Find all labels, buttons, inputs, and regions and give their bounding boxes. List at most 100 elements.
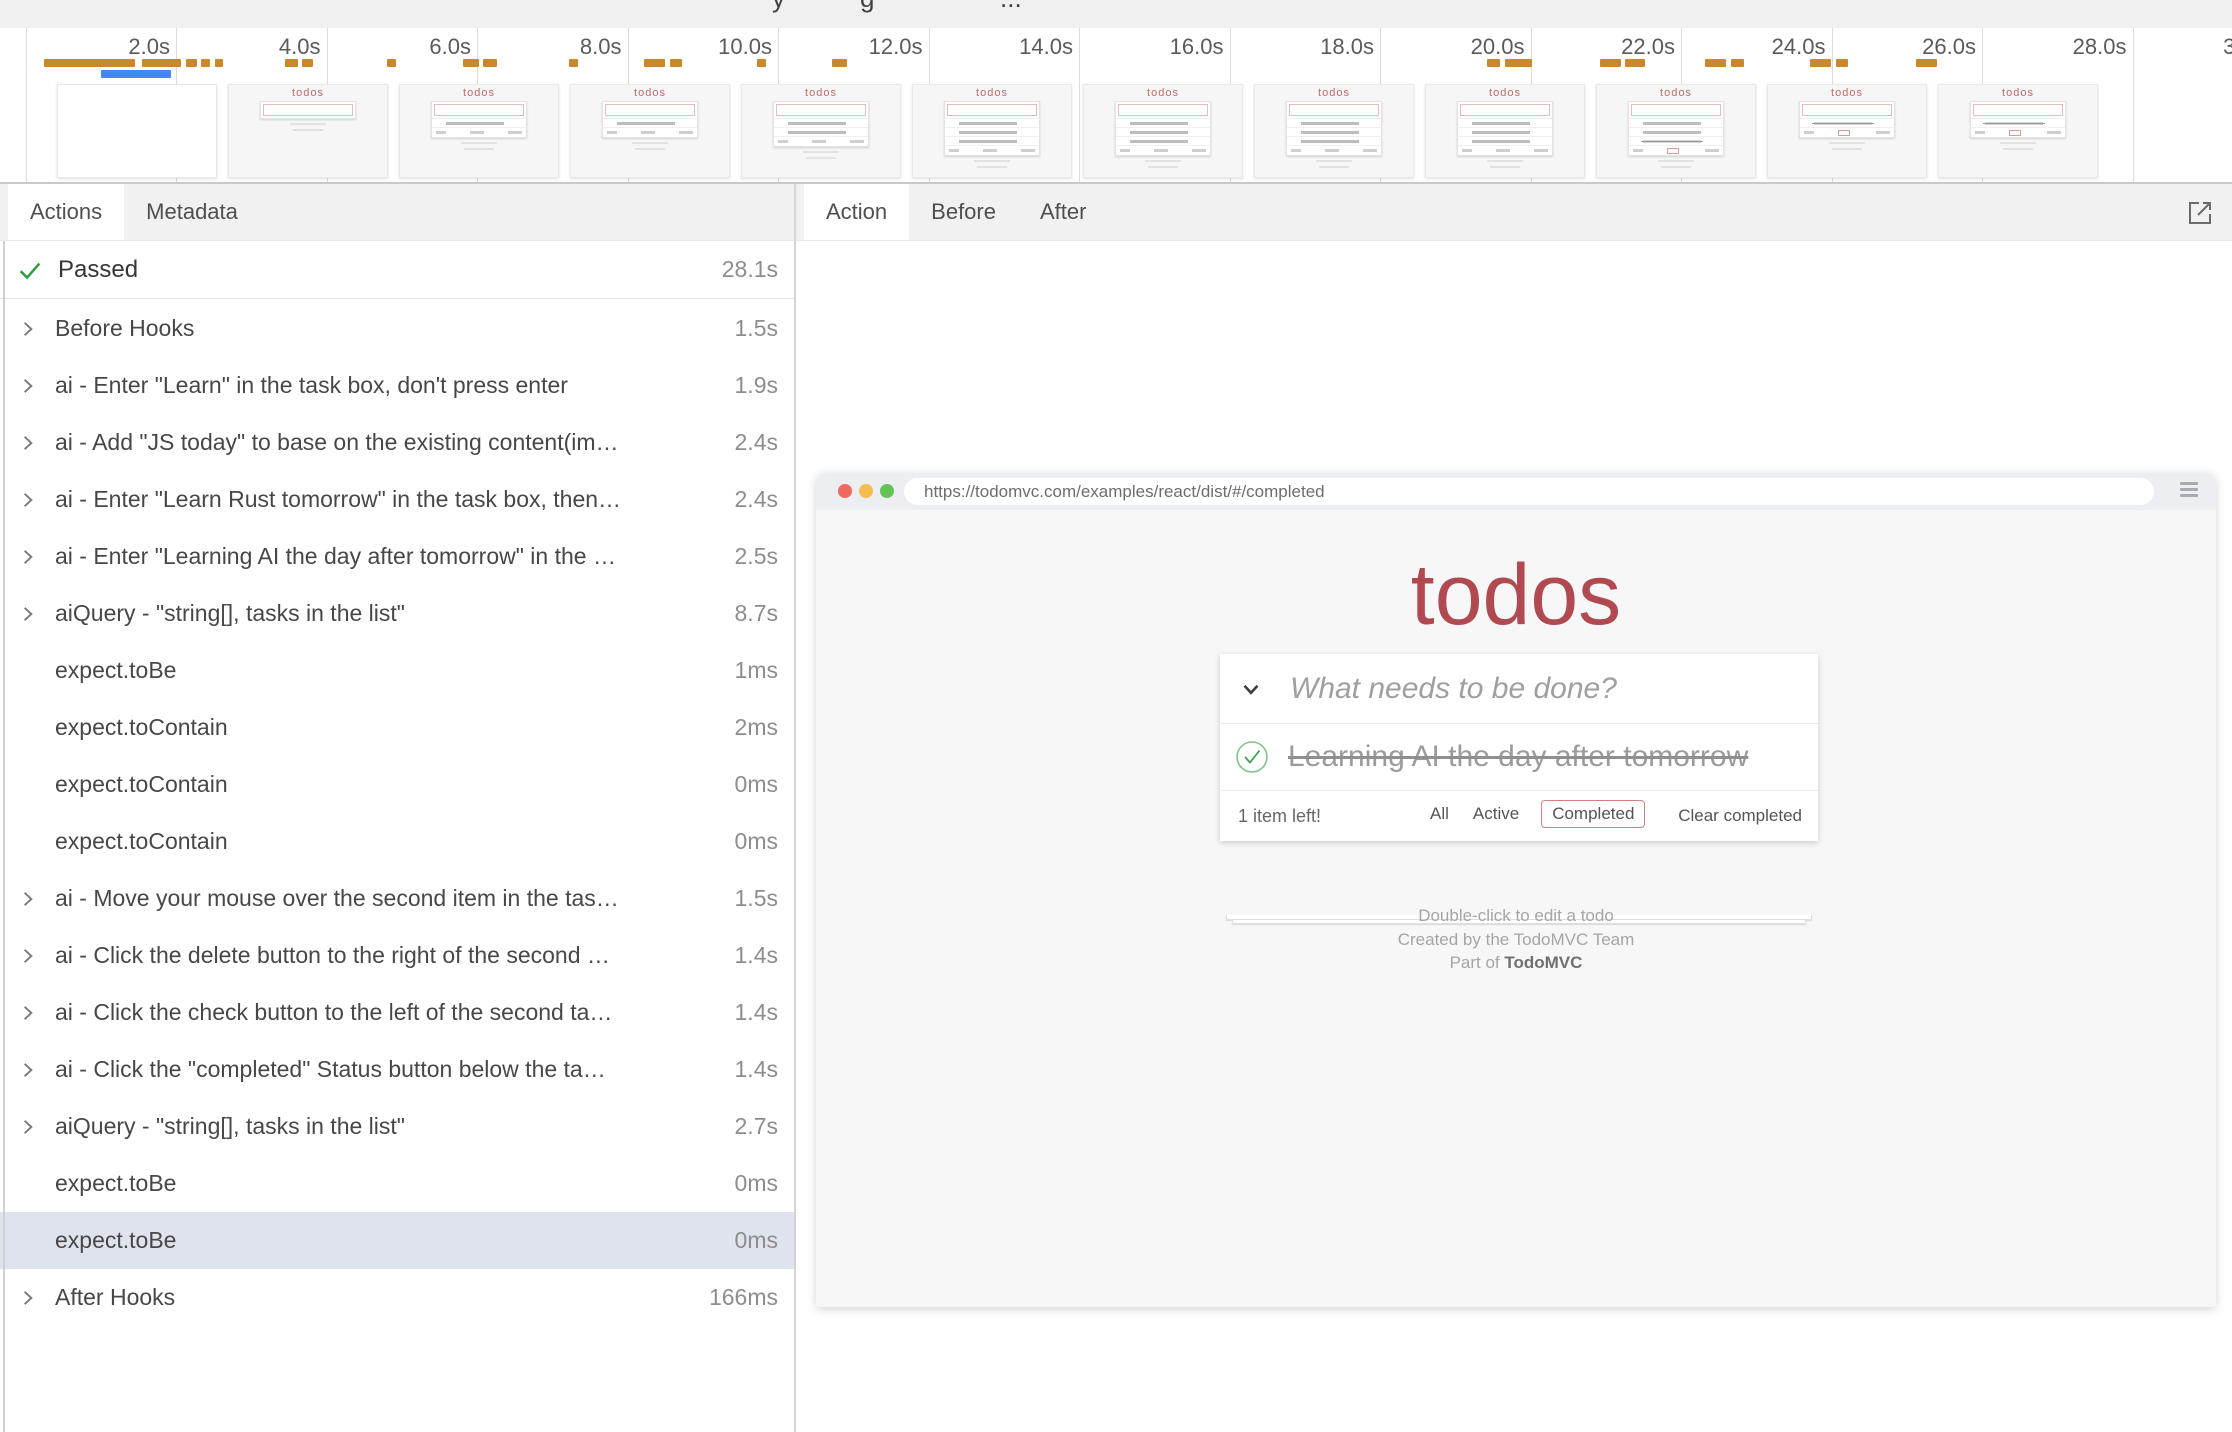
thumbnail-app-title: todos [1768,87,1926,99]
chevron-right-icon[interactable] [0,1004,55,1022]
action-duration: 1ms [735,657,778,684]
thumbnail-app-title: todos [1084,87,1242,99]
chevron-right-icon[interactable] [0,548,55,566]
action-label: ai - Click the delete button to the righ… [55,942,723,969]
tab-after[interactable]: After [1018,184,1108,240]
action-duration: 166ms [709,1284,778,1311]
action-row[interactable]: ai - Enter "Learn" in the task box, don'… [0,357,794,414]
screencast-activity-segment [1810,59,1831,67]
filter-completed-button[interactable]: Completed [1541,800,1645,828]
new-todo-row[interactable]: What needs to be done? [1220,654,1818,724]
action-row[interactable]: expect.toBe0ms [0,1212,794,1269]
test-status-row: Passed 28.1s [0,241,794,299]
filter-all-button[interactable]: All [1428,800,1451,828]
screencast-activity-segment [1625,59,1645,67]
thumbnail-card [1286,101,1382,156]
scrollbar[interactable] [3,241,5,1432]
thumbnail-card [1799,101,1895,138]
film-strip-thumbnail[interactable]: todos [399,84,559,178]
chevron-right-icon[interactable] [0,377,55,395]
timeline-tick-label: 4.0s [217,34,321,60]
action-duration: 1.9s [735,372,778,399]
todo-completed-check-icon[interactable] [1230,735,1274,779]
chevron-right-icon[interactable] [0,605,55,623]
action-label: ai - Enter "Learn" in the task box, don'… [55,372,723,399]
action-duration: 1.5s [735,885,778,912]
chevron-right-icon[interactable] [0,890,55,908]
thumbnail-card [773,101,869,147]
selected-action-bar [101,70,171,78]
film-strip-thumbnail[interactable]: todos [1425,84,1585,178]
screencast-activity-segment [1836,59,1848,67]
film-strip-thumbnail[interactable]: todos [228,84,388,178]
screencast-activity-segment [1600,59,1621,67]
chevron-right-icon[interactable] [0,1061,55,1079]
chevron-right-icon[interactable] [0,1289,55,1307]
action-row[interactable]: expect.toBe1ms [0,642,794,699]
tab-actions[interactable]: Actions [8,184,124,240]
timeline-tick-label: 18.0s [1270,34,1374,60]
tab-before[interactable]: Before [909,184,1018,240]
action-row[interactable]: ai - Click the delete button to the righ… [0,927,794,984]
tab-metadata[interactable]: Metadata [124,184,260,240]
url-bar[interactable]: https://todomvc.com/examples/react/dist/… [904,478,2154,505]
timeline[interactable]: 2.0s4.0s6.0s8.0s10.0s12.0s14.0s16.0s18.0… [0,28,2232,184]
action-label: ai - Enter "Learn Rust tomorrow" in the … [55,486,723,513]
action-duration: 1.4s [735,942,778,969]
action-row[interactable]: ai - Move your mouse over the second ite… [0,870,794,927]
action-row[interactable]: expect.toBe0ms [0,1155,794,1212]
todomvc-brand-link[interactable]: TodoMVC [1504,953,1582,972]
filter-active-button[interactable]: Active [1471,800,1521,828]
film-strip-thumbnail[interactable]: todos [741,84,901,178]
thumbnail-app-title: todos [400,87,558,99]
part-of-text: Part of [1450,953,1505,972]
action-row[interactable]: ai - Click the "completed" Status button… [0,1041,794,1098]
todo-app-page: todos What needs to be done? Learnin [816,510,2216,1307]
toggle-all-chevron-icon[interactable] [1238,676,1264,702]
action-row[interactable]: ai - Enter "Learn Rust tomorrow" in the … [0,471,794,528]
action-row[interactable]: Before Hooks1.5s [0,300,794,357]
action-duration: 1.4s [735,999,778,1026]
chevron-right-icon[interactable] [0,491,55,509]
chevron-right-icon[interactable] [0,1118,55,1136]
status-duration: 28.1s [722,256,778,283]
clear-completed-button[interactable]: Clear completed [1678,806,1802,826]
detail-panel: Action Before After https://to [796,184,2232,1432]
action-label: After Hooks [55,1284,697,1311]
screencast-activity-segment [215,59,223,67]
chevron-right-icon[interactable] [0,434,55,452]
title-fragment: ... [1000,0,1022,14]
todo-card: What needs to be done? Learning AI the d… [1220,654,1818,841]
film-strip-thumbnail[interactable]: todos [1938,84,2098,178]
action-label: aiQuery - "string[], tasks in the list" [55,1113,723,1140]
action-row[interactable]: expect.toContain2ms [0,699,794,756]
thumbnail-app-title: todos [571,87,729,99]
action-label: Before Hooks [55,315,723,342]
film-strip-thumbnail[interactable]: todos [912,84,1072,178]
action-row[interactable]: aiQuery - "string[], tasks in the list"8… [0,585,794,642]
action-label: ai - Move your mouse over the second ite… [55,885,723,912]
todo-item[interactable]: Learning AI the day after tomorrow [1220,724,1818,791]
chevron-right-icon[interactable] [0,320,55,338]
film-strip-thumbnail[interactable]: todos [570,84,730,178]
chevron-right-icon[interactable] [0,947,55,965]
action-row[interactable]: expect.toContain0ms [0,756,794,813]
film-strip-thumbnail[interactable]: todos [1767,84,1927,178]
film-strip-thumbnail[interactable] [57,84,217,178]
open-external-icon[interactable] [2184,197,2216,229]
action-row[interactable]: ai - Enter "Learning AI the day after to… [0,528,794,585]
action-row[interactable]: After Hooks 166ms [0,1269,794,1326]
action-row[interactable]: aiQuery - "string[], tasks in the list"2… [0,1098,794,1155]
action-row[interactable]: expect.toContain0ms [0,813,794,870]
screencast-activity-segment [757,59,766,67]
film-strip-thumbnail[interactable]: todos [1596,84,1756,178]
menu-icon[interactable] [2180,482,2198,500]
thumbnail-app-title: todos [1255,87,1413,99]
action-row[interactable]: ai - Click the check button to the left … [0,984,794,1041]
action-row[interactable]: ai - Add "JS today" to base on the exist… [0,414,794,471]
action-label: expect.toContain [55,714,723,741]
film-strip-thumbnail[interactable]: todos [1083,84,1243,178]
tab-action[interactable]: Action [804,184,909,240]
film-strip-thumbnail[interactable]: todos [1254,84,1414,178]
timeline-tick-label: 12.0s [819,34,923,60]
